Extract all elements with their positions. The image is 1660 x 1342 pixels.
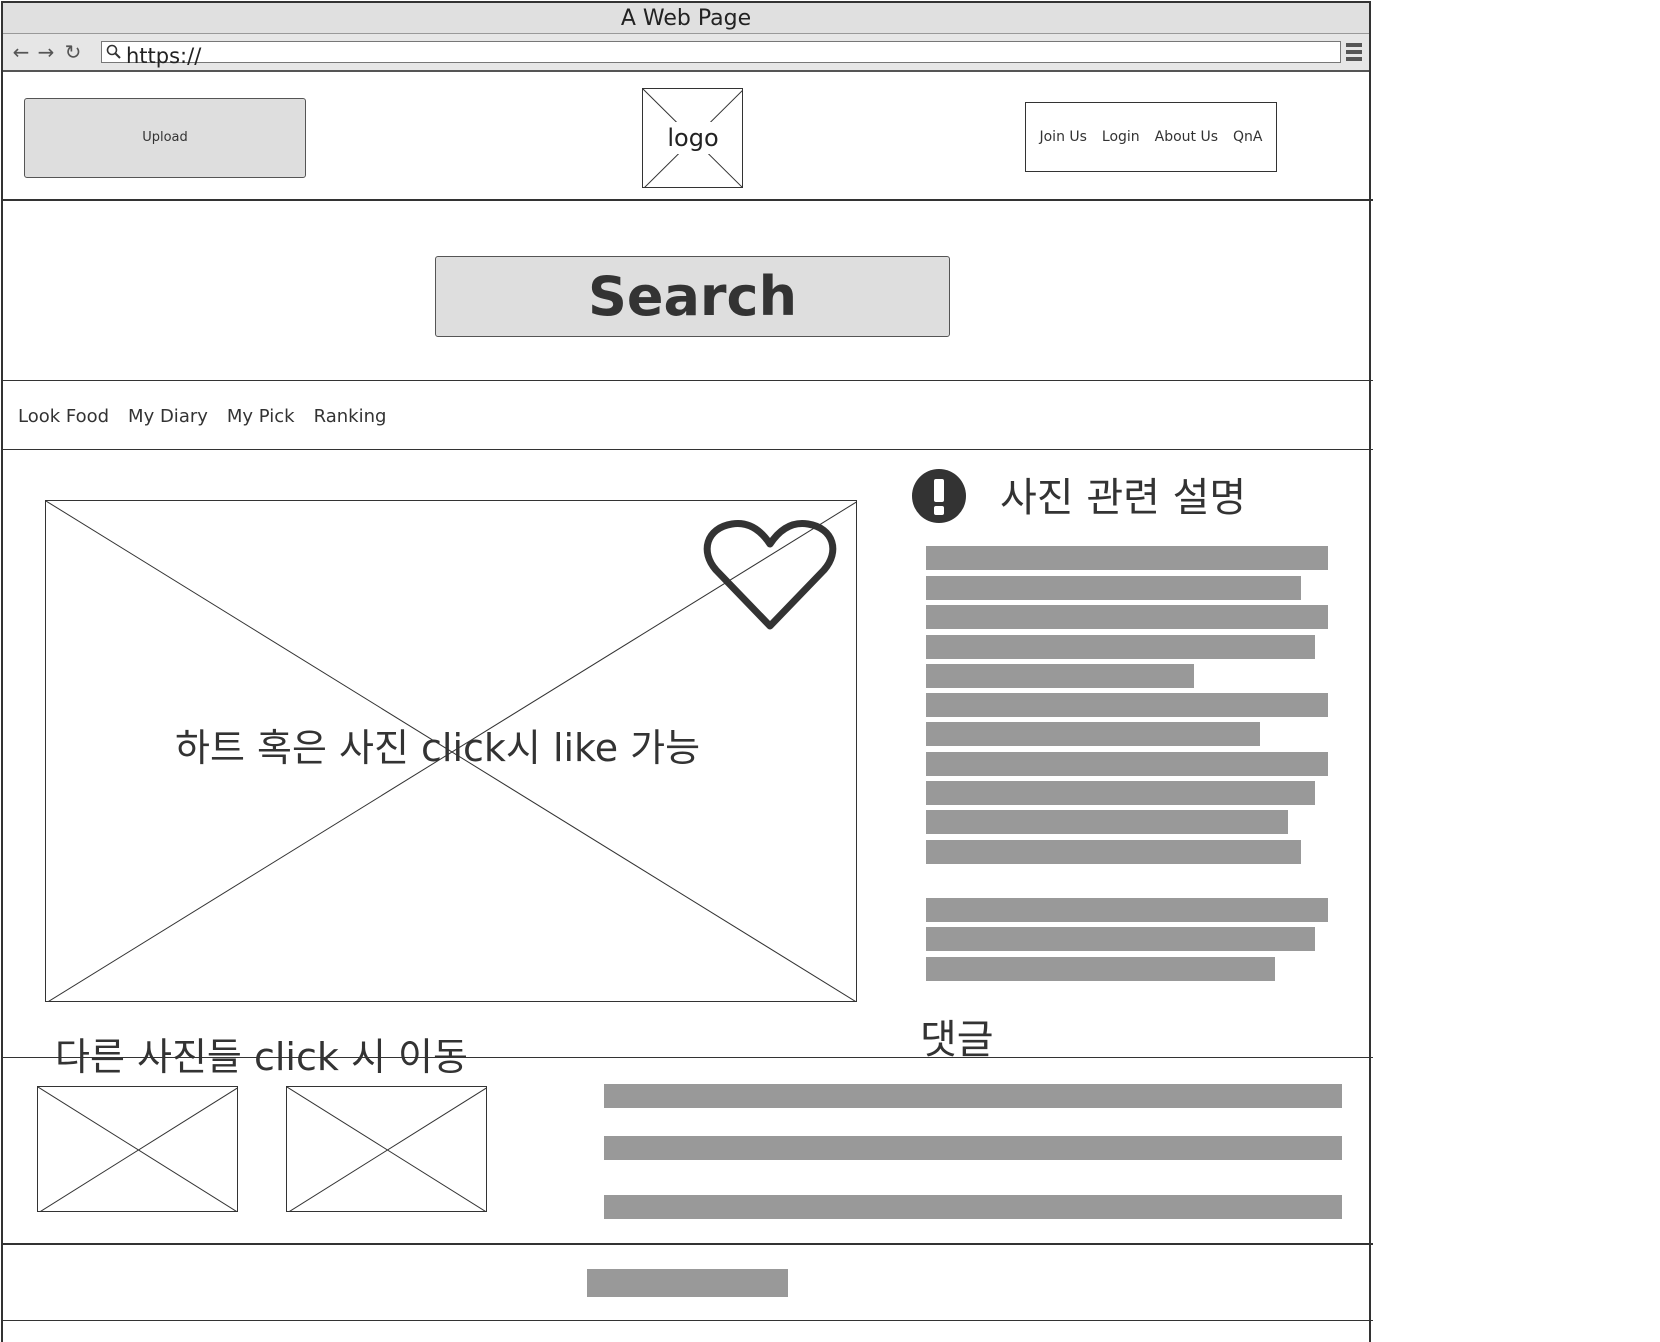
menu-item-ranking[interactable]: Ranking	[314, 402, 387, 432]
divider	[1, 199, 1373, 201]
comment-line-placeholder	[604, 1136, 1342, 1160]
text-line-placeholder	[926, 664, 1194, 688]
divider	[1, 1243, 1373, 1245]
alert-icon	[912, 469, 966, 523]
comment-line-placeholder	[604, 1084, 1342, 1108]
join-us-link[interactable]: Join Us	[1039, 129, 1086, 145]
forward-arrow-icon[interactable]: →	[36, 40, 56, 64]
other-photo-thumbnail[interactable]	[286, 1086, 487, 1212]
text-line-placeholder	[926, 957, 1275, 981]
search-icon	[106, 44, 121, 59]
text-line-placeholder	[926, 693, 1328, 717]
main-menu: Look Food My Diary My Pick Ranking	[18, 402, 386, 432]
hamburger-menu-icon[interactable]	[1346, 43, 1362, 61]
top-nav-links: Join Us Login About Us QnA	[1025, 102, 1277, 172]
text-line-placeholder	[926, 781, 1315, 805]
heart-icon[interactable]	[700, 518, 840, 638]
text-line-placeholder	[926, 752, 1328, 776]
login-link[interactable]: Login	[1102, 129, 1140, 145]
page-canvas: A Web Page ← → ↻ https:// Upload logo Jo…	[0, 0, 1660, 1342]
back-arrow-icon[interactable]: ←	[11, 40, 31, 64]
text-line-placeholder	[926, 546, 1328, 570]
text-line-placeholder	[926, 898, 1328, 922]
text-line-placeholder	[926, 927, 1315, 951]
text-line-placeholder	[926, 605, 1328, 629]
image-placeholder-icon	[38, 1087, 237, 1211]
url-text: https://	[126, 44, 202, 68]
text-line-placeholder	[926, 635, 1315, 659]
text-line-placeholder	[926, 576, 1301, 600]
reload-icon[interactable]: ↻	[63, 40, 83, 64]
address-bar: ← → ↻ https://	[3, 34, 1369, 72]
divider	[1, 380, 1373, 381]
divider	[1, 1320, 1373, 1321]
about-us-link[interactable]: About Us	[1155, 129, 1218, 145]
qna-link[interactable]: QnA	[1233, 129, 1262, 145]
search-button[interactable]: Search	[435, 256, 950, 337]
window-title: A Web Page	[3, 3, 1369, 34]
text-line-placeholder	[926, 810, 1288, 834]
comment-title: 댓글	[920, 1017, 994, 1063]
divider	[1, 449, 1373, 450]
photo-caption: 하트 혹은 사진 click시 like 가능	[175, 726, 701, 770]
other-photos-caption: 다른 사진들 click 시 이동	[55, 1035, 468, 1079]
menu-item-look-food[interactable]: Look Food	[18, 402, 109, 432]
menu-item-my-diary[interactable]: My Diary	[128, 402, 208, 432]
description-title: 사진 관련 설명	[1000, 475, 1247, 521]
menu-item-my-pick[interactable]: My Pick	[227, 402, 295, 432]
logo[interactable]: logo	[642, 88, 743, 188]
text-line-placeholder	[926, 840, 1301, 864]
other-photo-thumbnail[interactable]	[37, 1086, 238, 1212]
url-input[interactable]: https://	[101, 41, 1341, 68]
upload-button[interactable]: Upload	[24, 98, 306, 178]
comment-line-placeholder	[604, 1195, 1342, 1219]
text-line-placeholder	[926, 722, 1260, 746]
logo-label: logo	[665, 122, 721, 154]
image-placeholder-icon	[287, 1087, 486, 1211]
footer-text-placeholder	[587, 1269, 788, 1297]
